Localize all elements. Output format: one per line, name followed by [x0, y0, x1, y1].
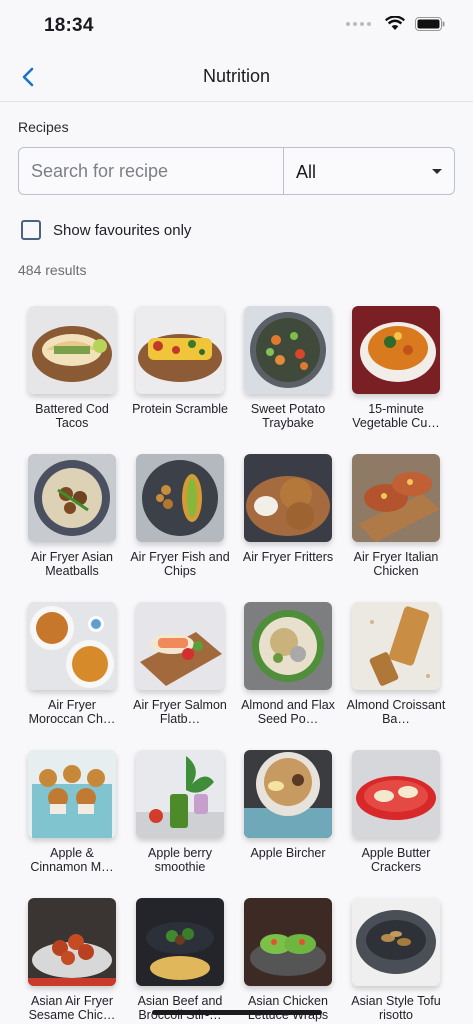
battery-icon: [415, 16, 445, 31]
fish-chips-image: [136, 454, 224, 542]
status-time: 18:34: [44, 15, 94, 36]
filter-selected-value: All: [296, 162, 317, 182]
recipe-title: Apple Butter Crackers: [361, 846, 431, 874]
recipe-title: Air Fryer Fritters: [242, 550, 334, 564]
recipe-title: Air Fryer Fish and Chips: [130, 550, 230, 578]
recipe-card[interactable]: Apple Butter Crackers: [342, 750, 450, 874]
recipe-title: Asian Style Tofu risotto: [351, 994, 441, 1022]
recipe-card[interactable]: Asian Air Fryer Sesame Chic…: [18, 898, 126, 1022]
fritters-image: [244, 454, 332, 542]
results-count: 484 results: [18, 262, 87, 278]
moroccan-image: [28, 602, 116, 690]
favourites-toggle[interactable]: Show favourites only: [21, 220, 191, 240]
search-filter-row: All: [18, 147, 455, 195]
recipe-card[interactable]: Protein Scramble: [126, 306, 234, 430]
recipe-card[interactable]: Sweet Potato Traybake: [234, 306, 342, 430]
recipe-card[interactable]: Air Fryer Fish and Chips: [126, 454, 234, 578]
signal-dots-icon: [346, 21, 371, 26]
recipe-card[interactable]: Air Fryer Moroccan Ch…: [18, 602, 126, 726]
recipe-card[interactable]: Apple Bircher: [234, 750, 342, 874]
recipe-card[interactable]: 15-minute Vegetable Cu…: [342, 306, 450, 430]
recipes-label: Recipes: [18, 119, 69, 135]
crackers-image: [352, 750, 440, 838]
bake-image: [352, 602, 440, 690]
favourites-checkbox[interactable]: [21, 220, 41, 240]
recipe-card[interactable]: Air Fryer Salmon Flatb…: [126, 602, 234, 726]
recipe-title: 15-minute Vegetable Cu…: [352, 402, 440, 430]
recipe-title: Almond and Flax Seed Po…: [241, 698, 335, 726]
favourites-label: Show favourites only: [53, 221, 192, 239]
caret-down-icon: [432, 169, 442, 174]
curry-image: [352, 306, 440, 394]
status-bar: 18:34: [0, 0, 473, 52]
meatballs-image: [28, 454, 116, 542]
home-indicator: [152, 1010, 322, 1015]
recipe-title: Almond Croissant Ba…: [346, 698, 446, 726]
stirfry-image: [136, 898, 224, 986]
recipe-card[interactable]: Air Fryer Fritters: [234, 454, 342, 578]
tacos-image: [28, 306, 116, 394]
recipe-card[interactable]: Asian Chicken Lettuce Wraps: [234, 898, 342, 1022]
recipe-title: Apple berry smoothie: [148, 846, 212, 874]
wraps-image: [244, 898, 332, 986]
recipe-card[interactable]: Air Fryer Asian Meatballs: [18, 454, 126, 578]
recipe-card[interactable]: Apple & Cinnamon M…: [18, 750, 126, 874]
page-title: Nutrition: [202, 66, 271, 86]
recipe-card[interactable]: Air Fryer Italian Chicken: [342, 454, 450, 578]
recipe-card[interactable]: Apple berry smoothie: [126, 750, 234, 874]
nav-bar: Nutrition: [0, 52, 473, 102]
recipe-search-input[interactable]: [19, 148, 283, 194]
recipe-title: Air Fryer Asian Meatballs: [31, 550, 113, 578]
recipe-title: Air Fryer Italian Chicken: [353, 550, 439, 578]
recipe-card[interactable]: Battered Cod Tacos: [18, 306, 126, 430]
porridge-image: [244, 602, 332, 690]
recipe-card[interactable]: Asian Beef and Broccoli Stir-…: [126, 898, 234, 1022]
recipe-title: Air Fryer Salmon Flatb…: [133, 698, 227, 726]
recipe-title: Apple & Cinnamon M…: [30, 846, 114, 874]
recipe-title: Protein Scramble: [132, 402, 228, 416]
chicken-image: [352, 454, 440, 542]
smoothie-image: [136, 750, 224, 838]
recipe-title: Asian Beef and Broccoli Stir-…: [137, 994, 223, 1022]
muffins-image: [28, 750, 116, 838]
recipe-title: Asian Chicken Lettuce Wraps: [247, 994, 329, 1022]
risotto-image: [352, 898, 440, 986]
recipe-title: Battered Cod Tacos: [35, 402, 109, 430]
bircher-image: [244, 750, 332, 838]
traybake-image: [244, 306, 332, 394]
recipe-card[interactable]: Asian Style Tofu risotto: [342, 898, 450, 1022]
sesame-image: [28, 898, 116, 986]
recipe-title: Apple Bircher: [250, 846, 326, 860]
scramble-image: [136, 306, 224, 394]
wifi-icon: [385, 16, 405, 30]
category-filter-select[interactable]: All: [283, 148, 454, 194]
recipe-card[interactable]: Almond Croissant Ba…: [342, 602, 450, 726]
salmon-image: [136, 602, 224, 690]
recipe-title: Asian Air Fryer Sesame Chic…: [28, 994, 116, 1022]
recipe-card[interactable]: Almond and Flax Seed Po…: [234, 602, 342, 726]
recipe-title: Sweet Potato Traybake: [250, 402, 326, 430]
recipe-title: Air Fryer Moroccan Ch…: [28, 698, 116, 726]
